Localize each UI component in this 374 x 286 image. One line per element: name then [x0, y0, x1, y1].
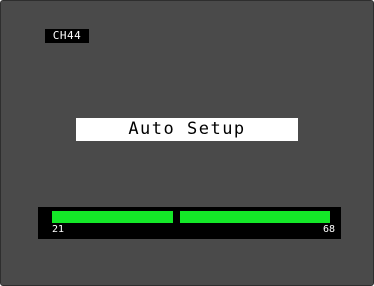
auto-setup-title: Auto Setup: [76, 118, 298, 141]
scan-progress-panel: 21 68: [38, 207, 341, 239]
channel-range-min-label: 21: [52, 224, 65, 235]
channel-range-max-label: 68: [322, 224, 335, 235]
tv-osd-screen: CH44 Auto Setup 21 68: [0, 0, 374, 286]
scan-progress-bar-segment-right: [180, 211, 330, 223]
scan-progress-bar-segment-left: [52, 211, 173, 223]
channel-badge: CH44: [45, 29, 89, 43]
